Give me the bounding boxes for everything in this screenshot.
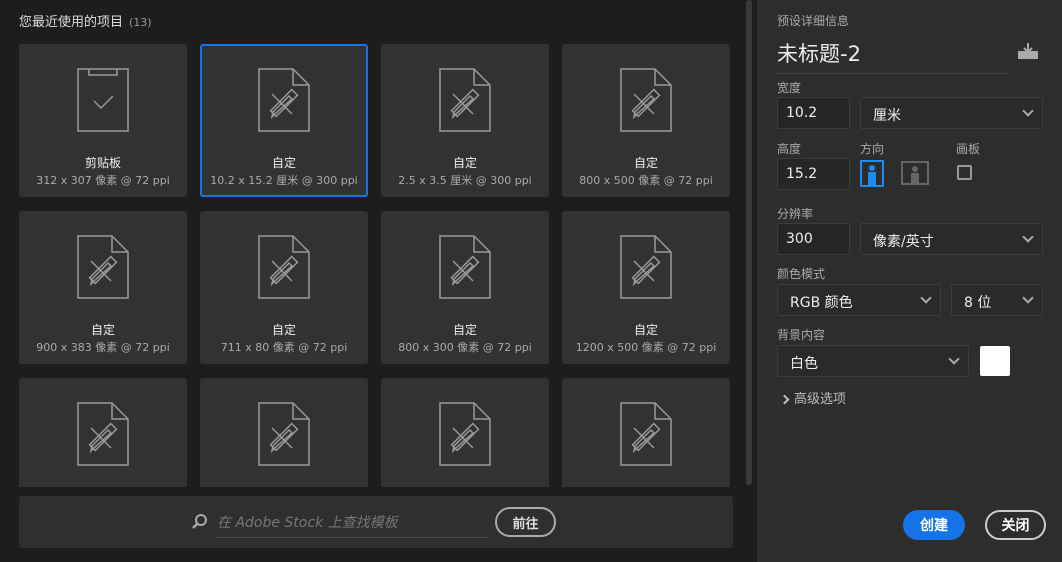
item-name: 自定 bbox=[633, 323, 658, 337]
item-size: 800 x 300 像素 @ 72 ppi bbox=[398, 341, 532, 354]
height-input[interactable]: 15.2 bbox=[777, 158, 850, 190]
save-preset-icon[interactable] bbox=[1017, 42, 1039, 60]
item-size: 711 x 80 像素 @ 72 ppi bbox=[220, 341, 348, 354]
stock-search-bar: 在 Adobe Stock 上查找模板 前往 bbox=[19, 496, 733, 548]
recent-title: 您最近使用的项目 (13) bbox=[19, 11, 152, 30]
preset-details-panel: 预设详细信息 未标题-2 宽度 10.2 厘米 高度 15.2 方向 画板 分辨… bbox=[757, 0, 1062, 562]
item-name: 自定 bbox=[633, 156, 658, 170]
recent-grid: 剪贴板 312 x 307 像素 @ 72 ppi 自定 10.2 x 15.2 厘米… bbox=[19, 44, 731, 487]
color-mode-label: 颜色模式 bbox=[777, 267, 826, 281]
document-icon bbox=[258, 68, 310, 132]
recent-item-card[interactable]: 剪贴板 312 x 307 像素 @ 72 ppi bbox=[19, 44, 187, 197]
item-size: 312 x 307 像素 @ 72 ppi bbox=[36, 174, 170, 187]
recent-item-card[interactable]: 自定 800 x 300 像素 @ 72 ppi bbox=[381, 211, 549, 364]
document-icon bbox=[439, 402, 491, 466]
item-size: 2.5 x 3.5 厘米 @ 300 ppi bbox=[398, 174, 532, 187]
item-name: 剪贴板 bbox=[84, 156, 121, 170]
chevron-down-icon bbox=[920, 292, 932, 304]
width-input[interactable]: 10.2 bbox=[777, 97, 850, 129]
document-name-input[interactable]: 未标题-2 bbox=[777, 38, 1007, 74]
advanced-options-toggle[interactable]: 高级选项 bbox=[779, 388, 847, 407]
preset-header: 预设详细信息 bbox=[777, 14, 850, 28]
advanced-options-label: 高级选项 bbox=[794, 392, 847, 407]
item-name: 自定 bbox=[271, 323, 296, 337]
document-icon bbox=[77, 402, 129, 466]
background-label: 背景内容 bbox=[777, 328, 826, 342]
recent-item-card[interactable]: 自定 1200 x 500 像素 @ 72 ppi bbox=[562, 211, 730, 364]
background-color-swatch[interactable] bbox=[980, 346, 1010, 376]
artboard-checkbox[interactable] bbox=[957, 165, 972, 180]
document-icon bbox=[620, 235, 672, 299]
stock-search-input[interactable]: 在 Adobe Stock 上查找模板 bbox=[217, 512, 487, 538]
resolution-label: 分辨率 bbox=[777, 207, 814, 221]
bit-depth-select[interactable]: 8 位 bbox=[951, 284, 1043, 316]
clipboard-icon bbox=[77, 68, 129, 132]
recent-title-text: 您最近使用的项目 bbox=[19, 15, 124, 30]
document-icon bbox=[439, 68, 491, 132]
recent-item-card[interactable]: 自定 2.5 x 3.5 厘米 @ 300 ppi bbox=[381, 44, 549, 197]
resolution-unit-select[interactable]: 像素/英寸 bbox=[860, 223, 1043, 255]
artboard-label: 画板 bbox=[956, 142, 981, 156]
color-mode-value: RGB 颜色 bbox=[790, 295, 853, 311]
recent-item-card[interactable]: 自定 10.2 x 15.2 厘米 @ 300 ppi bbox=[200, 44, 368, 197]
width-label: 宽度 bbox=[777, 81, 802, 95]
recent-item-card[interactable]: 自定 800 x 500 像素 @ 72 ppi bbox=[562, 44, 730, 197]
item-size: 800 x 500 像素 @ 72 ppi bbox=[579, 174, 713, 187]
resolution-unit-value: 像素/英寸 bbox=[873, 234, 934, 250]
item-name: 自定 bbox=[452, 323, 477, 337]
create-button[interactable]: 创建 bbox=[903, 510, 965, 540]
document-icon bbox=[258, 235, 310, 299]
chevron-right-icon bbox=[779, 394, 790, 405]
recent-panel: 您最近使用的项目 (13) 剪贴板 312 x 307 像素 @ 72 ppi 自定 1… bbox=[0, 0, 757, 562]
portrait-orientation-icon[interactable] bbox=[860, 160, 884, 187]
resolution-input[interactable]: 300 bbox=[777, 223, 850, 255]
background-select[interactable]: 白色 bbox=[777, 345, 969, 377]
recent-item-card[interactable]: 自定 711 x 80 像素 @ 72 ppi bbox=[200, 211, 368, 364]
search-icon bbox=[192, 514, 207, 529]
recent-count: (13) bbox=[129, 16, 152, 29]
orientation-label: 方向 bbox=[860, 142, 885, 156]
document-icon bbox=[620, 402, 672, 466]
height-label: 高度 bbox=[777, 142, 802, 156]
document-icon bbox=[620, 68, 672, 132]
scrollbar[interactable] bbox=[746, 0, 752, 485]
item-name: 自定 bbox=[271, 156, 296, 170]
item-size: 1200 x 500 像素 @ 72 ppi bbox=[575, 341, 717, 354]
item-size: 900 x 383 像素 @ 72 ppi bbox=[36, 341, 170, 354]
item-size: 10.2 x 15.2 厘米 @ 300 ppi bbox=[210, 174, 358, 187]
bit-depth-value: 8 位 bbox=[964, 295, 992, 311]
width-unit-value: 厘米 bbox=[873, 108, 901, 124]
chevron-down-icon bbox=[1022, 231, 1034, 243]
recent-item-card[interactable] bbox=[200, 378, 368, 487]
width-unit-select[interactable]: 厘米 bbox=[860, 97, 1043, 129]
recent-item-card[interactable]: 自定 900 x 383 像素 @ 72 ppi bbox=[19, 211, 187, 364]
chevron-down-icon bbox=[948, 353, 960, 365]
item-name: 自定 bbox=[452, 156, 477, 170]
color-mode-select[interactable]: RGB 颜色 bbox=[777, 284, 941, 316]
recent-item-card[interactable] bbox=[19, 378, 187, 487]
chevron-down-icon bbox=[1022, 105, 1034, 117]
landscape-orientation-icon[interactable] bbox=[901, 161, 929, 185]
document-icon bbox=[77, 235, 129, 299]
document-icon bbox=[439, 235, 491, 299]
recent-item-card[interactable] bbox=[381, 378, 549, 487]
recent-item-card[interactable] bbox=[562, 378, 730, 487]
background-value: 白色 bbox=[790, 356, 818, 372]
document-icon bbox=[258, 402, 310, 466]
close-button[interactable]: 关闭 bbox=[985, 510, 1046, 540]
item-name: 自定 bbox=[90, 323, 115, 337]
go-button[interactable]: 前往 bbox=[495, 507, 556, 537]
chevron-down-icon bbox=[1022, 292, 1034, 304]
